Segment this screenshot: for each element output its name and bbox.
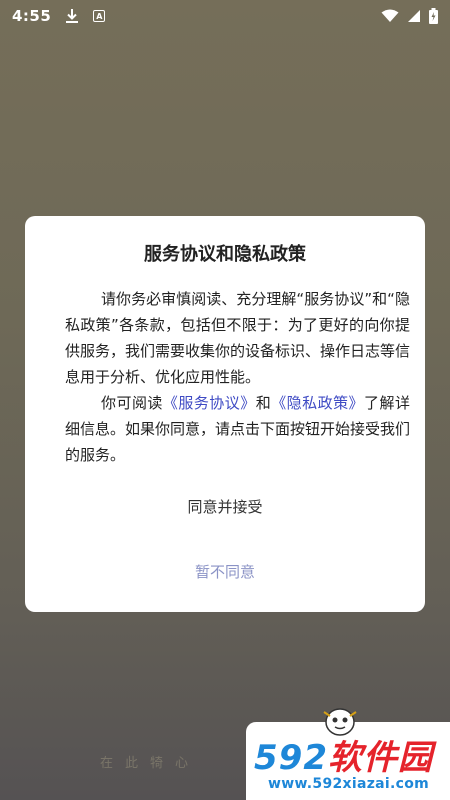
disagree-button[interactable]: 暂不同意 bbox=[25, 553, 425, 589]
watermark-logo: 592软件园 bbox=[254, 730, 433, 779]
watermark-url: www.592xiazai.com bbox=[268, 776, 430, 792]
watermark-logo-text: 软件园 bbox=[327, 738, 433, 778]
status-right-icons bbox=[381, 8, 438, 24]
paragraph-2-and: 和 bbox=[255, 394, 272, 412]
privacy-dialog: 服务协议和隐私政策 请你务必审慎阅读、充分理解“服务协议”和“隐私政策”各条款，… bbox=[25, 216, 425, 612]
watermark-logo-number: 592 bbox=[254, 738, 328, 778]
dialog-body: 请你务必审慎阅读、充分理解“服务协议”和“隐私政策”各条款，包括但不限于：为了更… bbox=[65, 286, 410, 468]
privacy-policy-link[interactable]: 《隐私政策》 bbox=[271, 394, 364, 412]
paragraph-2-prefix: 你可阅读 bbox=[101, 394, 163, 412]
battery-icon bbox=[429, 8, 438, 24]
agree-button[interactable]: 同意并接受 bbox=[25, 488, 425, 524]
dialog-title: 服务协议和隐私政策 bbox=[144, 244, 306, 265]
status-time: 4:55 bbox=[12, 7, 52, 25]
dialog-paragraph-2: 你可阅读《服务协议》和《隐私政策》了解详细信息。如果你同意，请点击下面按钮开始接… bbox=[65, 390, 410, 468]
a-badge-icon: A bbox=[93, 10, 106, 22]
wifi-icon bbox=[381, 9, 399, 23]
dialog-paragraph-1: 请你务必审慎阅读、充分理解“服务协议”和“隐私政策”各条款，包括但不限于：为了更… bbox=[65, 290, 411, 386]
background-caption: 在此犄心 bbox=[100, 756, 201, 771]
status-bar: 4:55 A bbox=[0, 0, 450, 32]
download-icon bbox=[65, 8, 79, 24]
service-agreement-link[interactable]: 《服务协议》 bbox=[163, 394, 256, 412]
site-watermark: 592软件园 www.592xiazai.com bbox=[246, 702, 450, 800]
signal-icon bbox=[407, 9, 421, 23]
status-notification-icons: A bbox=[65, 8, 106, 24]
